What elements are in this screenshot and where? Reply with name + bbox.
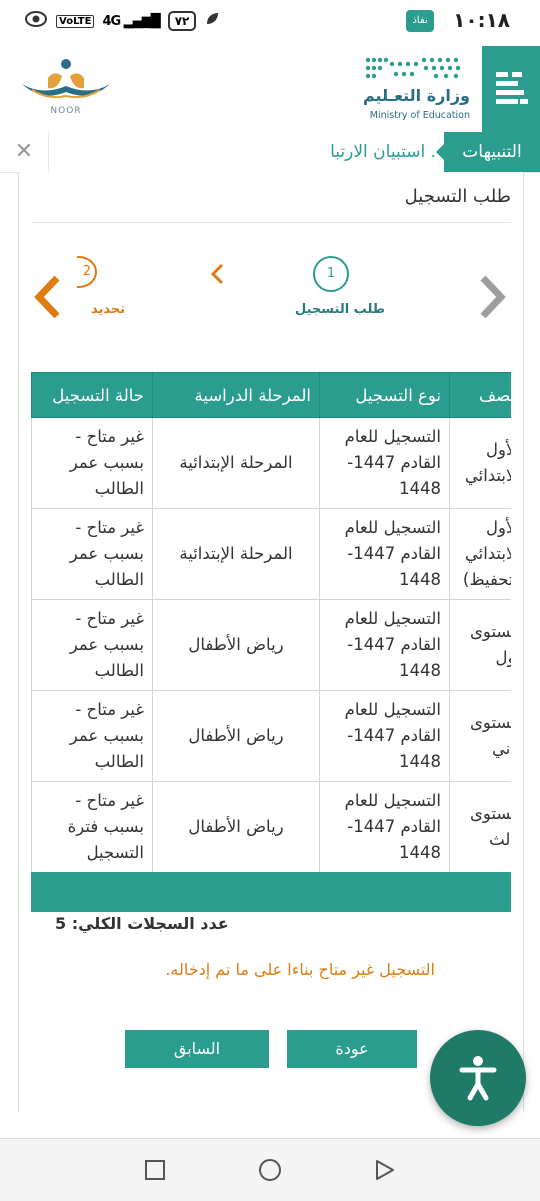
cell-type: التسجيل للعام القادم 1447-1448 (319, 599, 450, 691)
noor-label: NOOR (50, 106, 82, 116)
step-2-label: تحديد (91, 302, 126, 317)
alerts-bar: التنبيهات . استبيان الارتبا ✕ (0, 132, 540, 173)
chevron-right-icon[interactable] (477, 274, 507, 324)
cell-stage: المرحلة الإبتدائية (152, 508, 320, 600)
step-arrow-icon (209, 262, 225, 290)
step-1-circle: 1 (313, 256, 349, 292)
cell-grade: مستوى أول (449, 599, 511, 691)
table-row: مستوى ثالث التسجيل للعام القادم 1447-144… (31, 781, 511, 873)
step-2-circle: 2 (77, 256, 109, 288)
back-button[interactable]: عودة (287, 1030, 417, 1068)
chevron-left-icon[interactable] (33, 274, 63, 324)
accessibility-icon (430, 1056, 526, 1130)
table-footer-bar (31, 872, 511, 912)
cell-stage: رياض الأطفال (152, 690, 320, 782)
cell-type: التسجيل للعام القادم 1447-1448 (319, 417, 450, 509)
cell-status: غير متاح - بسبب عمر الطالب (31, 690, 153, 782)
alerts-arrow (436, 144, 444, 160)
cell-type: التسجيل للعام القادم 1447-1448 (319, 508, 450, 600)
cell-status: غير متاح - بسبب عمر الطالب (31, 508, 153, 600)
menu-button[interactable] (482, 46, 540, 132)
signal-icon: 4G ▂▄▆█ (102, 13, 160, 29)
alerts-label[interactable]: التنبيهات (444, 132, 540, 172)
cell-stage: المرحلة الإبتدائية (152, 417, 320, 509)
accessibility-button[interactable] (430, 1030, 526, 1126)
table-row: مستوى ثاني التسجيل للعام القادم 1447-144… (31, 690, 511, 782)
table-row: مستوى أول التسجيل للعام القادم 1447-1448… (31, 599, 511, 691)
leaf-icon (204, 11, 220, 31)
previous-button[interactable]: السابق (125, 1030, 269, 1068)
home-icon[interactable] (258, 1158, 282, 1186)
wizard-steps: 1 طلب التسجيل 2 تحديد (19, 244, 523, 344)
step-1-label: طلب التسجيل (295, 302, 385, 317)
cell-grade: مستوى ثاني (449, 690, 511, 782)
cell-grade: الأول الابتدائي (449, 417, 511, 509)
cell-type: التسجيل للعام القادم 1447-1448 (319, 781, 450, 873)
table-row: الأول الابتدائي التسجيل للعام القادم 144… (31, 417, 511, 509)
page-title: طلب التسجيل (404, 186, 511, 207)
table-row: الأول الابتدائي (تحفيظ) التسجيل للعام ال… (31, 508, 511, 600)
registration-table-wrapper[interactable]: الصف نوع التسجيل المرحلة الدراسية حالة ا… (31, 372, 511, 884)
cell-stage: رياض الأطفال (152, 599, 320, 691)
registration-table: الصف نوع التسجيل المرحلة الدراسية حالة ا… (31, 372, 511, 873)
column-header-status: حالة التسجيل (31, 372, 153, 418)
column-header-type: نوع التسجيل (319, 372, 450, 418)
back-nav-icon[interactable] (374, 1159, 396, 1185)
carrier-badge: نفاذ (406, 10, 434, 32)
cell-stage: رياض الأطفال (152, 781, 320, 873)
table-header-row: الصف نوع التسجيل المرحلة الدراسية حالة ا… (31, 372, 511, 418)
ministry-name-ar: وزارة التعـليم (363, 86, 470, 105)
cell-type: التسجيل للعام القادم 1447-1448 (319, 690, 450, 782)
close-icon[interactable]: ✕ (0, 132, 49, 172)
registration-card: طلب التسجيل 1 طلب التسجيل 2 تحديد الصف ن… (18, 172, 524, 1112)
cell-grade: مستوى ثالث (449, 781, 511, 873)
column-header-stage: المرحلة الدراسية (152, 372, 320, 418)
registration-unavailable-message: التسجيل غير متاح بناءا على ما تم إدخاله. (165, 960, 435, 979)
alerts-ticker-text[interactable]: . استبيان الارتبا (58, 132, 436, 172)
title-divider (31, 222, 511, 223)
column-header-grade: الصف (449, 372, 511, 418)
system-nav-bar (0, 1138, 540, 1201)
total-records: عدد السجلات الكلي: 5 (55, 914, 229, 933)
battery-icon: ٧٢ (167, 11, 197, 31)
recents-icon[interactable] (144, 1159, 166, 1185)
noor-logo: NOOR (18, 56, 114, 122)
ministry-name-en: Ministry of Education (369, 110, 470, 121)
cell-status: غير متاح - بسبب عمر الطالب (31, 417, 153, 509)
app-header: وزارة التعـليم Ministry of Education NOO… (0, 46, 540, 133)
cell-grade: الأول الابتدائي (تحفيظ) (449, 508, 511, 600)
cell-status: غير متاح - بسبب عمر الطالب (31, 599, 153, 691)
status-icons: VoLTE 4G ▂▄▆█ ٧٢ (24, 10, 220, 32)
ministry-logo: وزارة التعـليم Ministry of Education (360, 54, 470, 124)
cell-status: غير متاح - بسبب فترة التسجيل (31, 781, 153, 873)
volte-badge: VoLTE (56, 14, 95, 28)
status-bar: ١٠:١٨ نفاذ VoLTE 4G ▂▄▆█ ٧٢ (0, 0, 540, 46)
status-time: ١٠:١٨ (453, 8, 510, 32)
eye-icon (24, 10, 48, 32)
